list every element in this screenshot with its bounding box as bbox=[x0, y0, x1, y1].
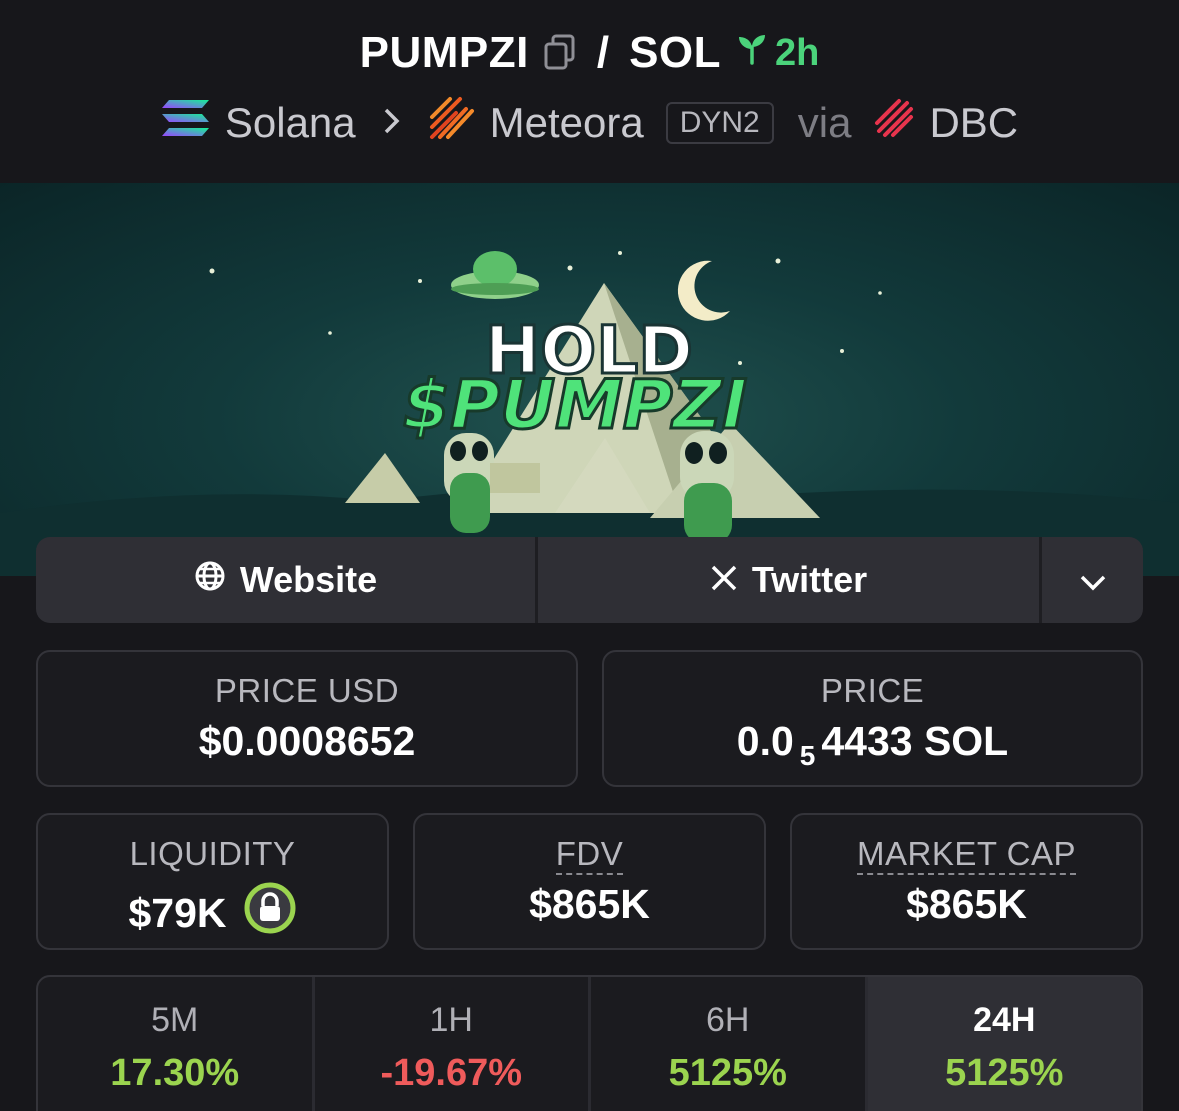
token-banner: HOLD $PUMPZI bbox=[0, 183, 1179, 576]
timeframe-1h[interactable]: 1H -19.67% bbox=[315, 977, 591, 1111]
timeframe-changes: 5M 17.30% 1H -19.67% 6H 5125% 24H 5125% bbox=[36, 975, 1143, 1111]
price-native-suffix: 4433 SOL bbox=[821, 718, 1009, 764]
pair-separator: / bbox=[596, 28, 610, 77]
market-cap-label[interactable]: MARKET CAP bbox=[857, 835, 1076, 875]
chain-name[interactable]: Solana bbox=[225, 99, 356, 147]
price-native-zero-count: 5 bbox=[799, 739, 816, 771]
timeframe-6h[interactable]: 6H 5125% bbox=[591, 977, 868, 1111]
solana-icon bbox=[161, 98, 211, 148]
chain-breadcrumb: Solana Meteora DYN2 via DBC bbox=[0, 95, 1179, 151]
timeframe-change: 17.30% bbox=[110, 1052, 240, 1094]
price-usd-label: PRICE USD bbox=[214, 672, 400, 709]
launchpad-name[interactable]: DBC bbox=[929, 99, 1018, 147]
fdv-card: FDV $865K bbox=[413, 813, 766, 950]
more-links-button[interactable] bbox=[1042, 537, 1143, 623]
fdv-value: $865K bbox=[529, 881, 650, 927]
dex-name[interactable]: Meteora bbox=[490, 99, 644, 147]
via-label: via bbox=[797, 99, 852, 146]
timeframe-change: -19.67% bbox=[380, 1052, 523, 1094]
price-native-card: PRICE 0.0 5 4433 SOL bbox=[602, 650, 1143, 787]
pair-page: PUMPZI / SOL 2h Solana Meteora DYN2 via … bbox=[0, 0, 1179, 1111]
pair-age: 2h bbox=[735, 31, 819, 75]
timeframe-change: 5125% bbox=[945, 1052, 1064, 1094]
price-usd-card: PRICE USD $0.0008652 bbox=[36, 650, 578, 787]
liquidity-card: LIQUIDITY $79K bbox=[36, 813, 389, 950]
pair-age-value: 2h bbox=[775, 31, 820, 74]
meteora-icon bbox=[428, 95, 476, 151]
timeframe-5m[interactable]: 5M 17.30% bbox=[38, 977, 315, 1111]
price-native-label: PRICE bbox=[820, 672, 925, 709]
chevron-right-icon bbox=[382, 102, 402, 145]
pair-title-row: PUMPZI / SOL 2h bbox=[0, 28, 1179, 78]
liquidity-value: $79K bbox=[128, 889, 227, 936]
token-symbol: PUMPZI bbox=[359, 28, 529, 77]
copy-icon[interactable] bbox=[543, 34, 577, 72]
timeframe-24h[interactable]: 24H 5125% bbox=[867, 977, 1141, 1111]
liquidity-label: LIQUIDITY bbox=[129, 835, 296, 872]
chevron-down-icon bbox=[1079, 559, 1107, 601]
timeframe-label: 5M bbox=[151, 1001, 199, 1039]
website-button[interactable]: Website bbox=[36, 537, 538, 623]
price-native-prefix: 0.0 bbox=[736, 718, 794, 764]
sprout-icon bbox=[735, 31, 769, 75]
x-logo-icon bbox=[710, 559, 738, 601]
quote-symbol: SOL bbox=[629, 28, 722, 77]
market-cap-value: $865K bbox=[906, 881, 1027, 927]
twitter-label: Twitter bbox=[751, 559, 868, 600]
timeframe-label: 24H bbox=[973, 1001, 1036, 1039]
lock-icon[interactable] bbox=[243, 881, 297, 945]
timeframe-label: 6H bbox=[706, 1001, 750, 1039]
social-links: Website Twitter bbox=[36, 537, 1143, 623]
timeframe-label: 1H bbox=[429, 1001, 473, 1039]
dbc-icon bbox=[873, 97, 915, 149]
price-usd-value: $0.0008652 bbox=[198, 718, 416, 764]
market-cap-card: MARKET CAP $865K bbox=[790, 813, 1143, 950]
globe-icon bbox=[194, 559, 226, 601]
fdv-label[interactable]: FDV bbox=[555, 835, 624, 875]
pair-header: PUMPZI / SOL 2h Solana Meteora DYN2 via … bbox=[0, 0, 1179, 183]
timeframe-change: 5125% bbox=[668, 1052, 787, 1094]
dex-version-badge: DYN2 bbox=[665, 102, 774, 144]
website-label: Website bbox=[239, 559, 378, 600]
twitter-button[interactable]: Twitter bbox=[538, 537, 1042, 623]
